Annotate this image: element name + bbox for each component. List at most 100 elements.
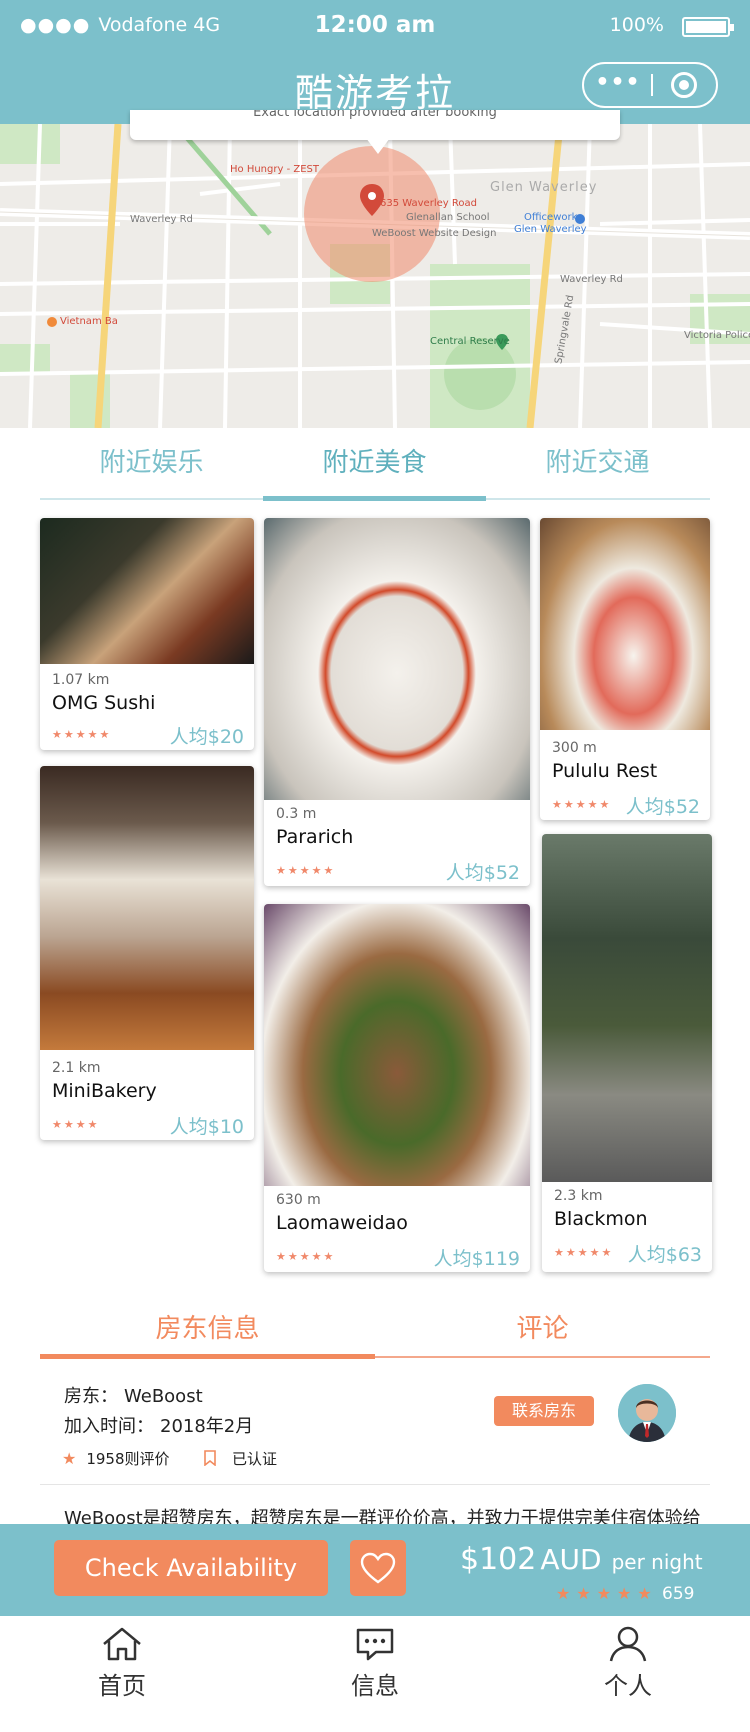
map-label-weboost: WeBoost Website Design [372, 228, 497, 239]
nav-profile-label: 个人 [604, 1672, 652, 1700]
restaurant-photo [264, 518, 530, 800]
restaurant-card[interactable]: 1.07 km OMG Sushi ★★★★★ 人均$20 [40, 518, 254, 750]
restaurant-card[interactable]: 2.1 km MiniBakery ★★★★ 人均$10 [40, 766, 254, 1140]
active-tab-indicator [40, 1354, 375, 1359]
bookmark-icon [204, 1450, 216, 1467]
nightly-price: $102 AUD per night [460, 1542, 703, 1577]
average-price: 人均$10 [169, 1116, 244, 1138]
host-name-row: 房东： WeBoost [64, 1382, 203, 1408]
check-availability-button[interactable]: Check Availability [54, 1540, 328, 1596]
nav-home[interactable]: 首页 [62, 1626, 182, 1701]
verified-row: 已认证 [204, 1448, 277, 1469]
joined-label: 加入时间： [64, 1416, 154, 1437]
tab-entertainment[interactable]: 附近娱乐 [40, 442, 263, 479]
restaurant-name: MiniBakery [52, 1080, 157, 1102]
mini-program-capsule: ••• [582, 62, 718, 108]
battery-icon [682, 17, 734, 37]
price-currency: AUD [540, 1543, 602, 1576]
category-tabs: 附近娱乐 附近美食 附近交通 [40, 430, 710, 501]
restaurant-photo [40, 766, 254, 1050]
contact-host-button[interactable]: 联系房东 [494, 1396, 594, 1426]
map-graphic [0, 124, 750, 428]
average-price: 人均$52 [445, 862, 520, 884]
average-price: 人均$52 [625, 796, 700, 818]
more-icon[interactable]: ••• [584, 64, 652, 106]
map-label-victoria: Victoria Police [684, 330, 750, 341]
restaurant-distance: 630 m [276, 1192, 321, 1208]
host-tabs: 房东信息 评论 [40, 1296, 710, 1359]
app-header: ●●●● Vodafone 4G 12:00 am 100% 酷游考拉 ••• [0, 0, 750, 124]
restaurant-name: Pululu Rest [552, 760, 658, 782]
booking-bar: Check Availability $102 AUD per night ★★★★… [0, 1524, 750, 1616]
callout-pointer [366, 138, 390, 154]
host-name: WeBoost [124, 1386, 203, 1407]
restaurant-photo [542, 834, 712, 1182]
map-label-road2: Waverley Rd [560, 274, 623, 285]
rating-stars: ★★★★★ [552, 798, 612, 811]
rating-stars: ★★★★ [52, 1118, 100, 1131]
average-price: 人均$20 [169, 726, 244, 748]
divider [40, 1484, 710, 1485]
map-label-address: 635 Waverley Road [380, 198, 477, 209]
tab-reviews[interactable]: 评论 [375, 1308, 710, 1345]
nav-home-label: 首页 [98, 1672, 146, 1700]
restaurant-name: OMG Sushi [52, 692, 156, 714]
app-screen: ●●●●Vodafone 4G 12:00 am 100% 酷游考拉 ••• [0, 0, 750, 1732]
map-label-vietnam: Vietnam Ba [60, 316, 118, 327]
restaurant-card[interactable]: 2.3 km Blackmon ★★★★★ 人均$63 [542, 834, 712, 1272]
map-label-hungry: Ho Hungry - ZEST [230, 164, 319, 175]
location-callout: Exact location provided after booking [130, 110, 620, 140]
tab-food[interactable]: 附近美食 [263, 442, 486, 479]
average-price: 人均$119 [433, 1248, 520, 1270]
restaurant-distance: 0.3 m [276, 806, 317, 822]
verified-label: 已认证 [232, 1450, 278, 1468]
map-label-officeworks: Officeworks [524, 212, 583, 223]
restaurant-name: Laomaweidao [276, 1212, 408, 1234]
favorite-button[interactable] [350, 1540, 406, 1596]
bottom-navigation: 首页 信息 个人 [0, 1616, 750, 1732]
capsule-divider [651, 74, 653, 96]
star-icon: ★ [62, 1449, 77, 1468]
active-tab-indicator [263, 496, 486, 501]
restaurant-distance: 2.3 km [554, 1188, 603, 1204]
rating-count: 659 [662, 1584, 695, 1604]
map-label-officeworks-sub: Glen Waverley [514, 224, 587, 235]
review-count: 1958则评价 [86, 1450, 170, 1468]
restaurant-card[interactable]: 630 m Laomaweidao ★★★★★ 人均$119 [264, 904, 530, 1272]
tab-transport[interactable]: 附近交通 [486, 442, 709, 479]
restaurant-distance: 300 m [552, 740, 597, 756]
rating-stars: ★★★★★ [52, 728, 112, 741]
restaurant-card[interactable]: 300 m Pululu Rest ★★★★★ 人均$52 [540, 518, 710, 820]
person-icon [609, 1626, 647, 1662]
record-icon[interactable] [671, 72, 697, 98]
rating-stars: ★★★★★ [556, 1584, 658, 1603]
map-label-suburb: Glen Waverley [490, 180, 598, 195]
host-label: 房东： [64, 1386, 118, 1407]
tab-host-info[interactable]: 房东信息 [40, 1308, 375, 1345]
map-label-road1: Waverley Rd [130, 214, 193, 225]
nav-messages-label: 信息 [351, 1672, 399, 1700]
price-amount: $102 [460, 1542, 537, 1577]
restaurant-distance: 1.07 km [52, 672, 110, 688]
home-icon [103, 1627, 141, 1661]
rating-stars: ★★★★★ [554, 1246, 614, 1259]
price-unit: per night [611, 1550, 703, 1574]
nav-messages[interactable]: 信息 [315, 1626, 435, 1701]
host-joined-row: 加入时间： 2018年2月 [64, 1412, 253, 1438]
restaurant-name: Blackmon [554, 1208, 648, 1230]
nav-profile[interactable]: 个人 [568, 1626, 688, 1701]
average-price: 人均$63 [627, 1244, 702, 1266]
rating-stars: ★★★★★ [276, 1250, 336, 1263]
status-bar: ●●●● Vodafone 4G 12:00 am 100% [0, 12, 750, 42]
restaurant-photo [264, 904, 530, 1186]
restaurant-photo [40, 518, 254, 664]
joined-date: 2018年2月 [160, 1416, 254, 1437]
map-label-school: Glenallan School [406, 212, 490, 223]
avatar[interactable] [618, 1384, 676, 1442]
restaurant-card[interactable]: 0.3 m Pararich ★★★★★ 人均$52 [264, 518, 530, 886]
location-map[interactable]: 635 Waverley Road Glenallan School WeBoo… [0, 124, 750, 428]
map-label-central-reserve: Central Reserve [430, 336, 510, 347]
restaurant-name: Pararich [276, 826, 354, 848]
host-avatar-icon [618, 1384, 676, 1442]
battery-percent: 100% [609, 14, 664, 36]
